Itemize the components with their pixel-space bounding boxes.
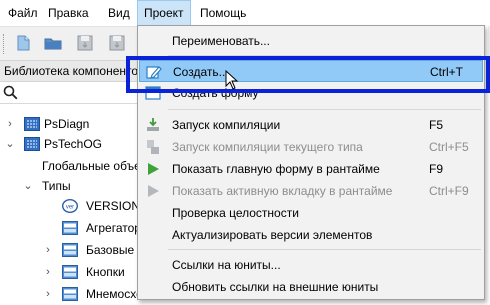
library-icon <box>24 137 40 151</box>
component-tree: › PsDiagn ⌄ PsTechOG Глобальные объекты … <box>0 104 140 305</box>
tree-item-aggregators[interactable]: Агрегаторы <box>0 216 140 240</box>
menu-item-label: Показать активную вкладку в рантайме <box>172 184 393 198</box>
toolbar <box>0 26 140 60</box>
menu-file[interactable]: Файл <box>2 0 44 26</box>
menu-item-show-active-tab[interactable]: Показать активную вкладку в рантайме Ctr… <box>139 180 483 202</box>
compile-type-icon <box>147 140 159 154</box>
type-icon <box>62 287 78 301</box>
expand-toggle[interactable]: › <box>42 260 54 284</box>
library-panel-title: Библиотека компонентов <box>0 60 140 82</box>
menu-item-shortcut: F9 <box>429 162 444 176</box>
menu-item-update-external-links[interactable]: Обновить ссылки на внешние юниты <box>139 276 483 298</box>
menu-item-shortcut: Ctrl+F5 <box>429 140 469 154</box>
toolbar-grip[interactable] <box>3 34 6 54</box>
tree-item-version[interactable]: ver VERSION <box>0 194 140 218</box>
library-search-input[interactable] <box>22 84 134 101</box>
tree-item-buttons[interactable]: › Кнопки <box>0 260 140 284</box>
menu-item-unit-links[interactable]: Ссылки на юниты... <box>139 254 483 276</box>
expand-toggle[interactable]: › <box>42 282 54 305</box>
menu-item-check-integrity[interactable]: Проверка целостности <box>139 202 483 224</box>
tree-item-label: PsTechOG <box>44 137 103 151</box>
menu-help[interactable]: Помощь <box>194 0 252 26</box>
new-file-icon[interactable] <box>14 34 32 52</box>
menu-item-compile[interactable]: Запуск компиляции F5 <box>139 114 483 136</box>
tree-item-mnemonics[interactable]: › Мнемосхемы <box>0 282 140 305</box>
menu-view[interactable]: Вид <box>102 0 136 26</box>
mouse-cursor-icon <box>225 70 239 90</box>
expand-toggle[interactable]: › <box>42 238 54 262</box>
menu-separator <box>168 249 481 250</box>
run-icon <box>148 163 159 175</box>
menu-item-compile-current-type[interactable]: Запуск компиляции текущего типа Ctrl+F5 <box>139 136 483 158</box>
tree-item-label: VERSION <box>86 199 140 213</box>
menu-item-show-main-form[interactable]: Показать главную форму в рантайме F9 <box>139 158 483 180</box>
tree-item-base-elements[interactable]: › Базовые элементы <box>0 238 140 262</box>
menu-item-label: Запуск компиляции текущего типа <box>172 140 363 154</box>
compile-icon <box>147 118 159 131</box>
open-folder-icon[interactable] <box>44 34 62 52</box>
menu-separator <box>168 109 481 110</box>
type-icon <box>62 221 78 235</box>
menu-item-rename[interactable]: Переименовать... <box>139 30 483 52</box>
tree-item-pstechog[interactable]: ⌄ PsTechOG <box>0 132 140 156</box>
menu-item-label: Переименовать... <box>172 34 270 48</box>
tree-item-label: Кнопки <box>86 265 125 279</box>
menu-item-update-versions[interactable]: Актуализировать версии элементов <box>139 224 483 246</box>
menu-item-label: Актуализировать версии элементов <box>172 228 373 242</box>
search-icon <box>3 85 18 100</box>
menu-item-label: Ссылки на юниты... <box>172 258 281 272</box>
svg-text:ver: ver <box>66 205 74 211</box>
tree-item-label: Базовые элементы <box>86 243 140 257</box>
menu-item-shortcut: F5 <box>429 118 444 132</box>
menu-item-label: Проверка целостности <box>172 206 299 220</box>
library-search-box[interactable] <box>0 82 140 104</box>
version-icon: ver <box>62 199 78 213</box>
library-icon <box>24 117 40 131</box>
tree-item-label: Мнемосхемы <box>86 287 140 301</box>
menu-project[interactable]: Проект <box>137 0 191 26</box>
menu-bar: Файл Правка Вид Проект Помощь <box>0 0 490 26</box>
highlight-annotation-box <box>126 56 490 93</box>
menu-item-label: Показать главную форму в рантайме <box>172 162 380 176</box>
menu-edit[interactable]: Правка <box>42 0 95 26</box>
type-icon <box>62 265 78 279</box>
menu-item-label: Обновить ссылки на внешние юниты <box>172 280 379 294</box>
save-all-icon[interactable] <box>108 34 126 52</box>
tree-item-label: Агрегаторы <box>86 221 140 235</box>
menu-item-label: Запуск компиляции <box>172 118 281 132</box>
type-icon <box>62 243 78 257</box>
menu-item-shortcut: Ctrl+F9 <box>429 184 469 198</box>
run-tab-icon <box>148 185 159 197</box>
collapse-toggle[interactable]: ⌄ <box>4 132 16 156</box>
save-icon[interactable] <box>76 34 94 52</box>
